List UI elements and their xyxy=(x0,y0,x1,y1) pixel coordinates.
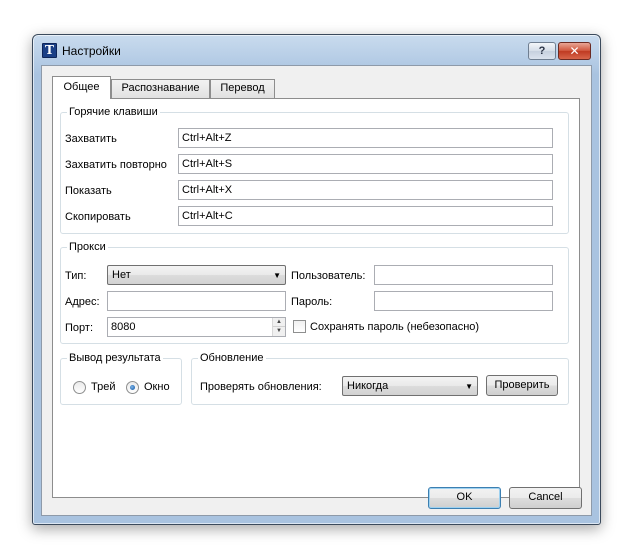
proxy-password-field[interactable] xyxy=(374,291,553,311)
hotkeys-group: Горячие клавиши Захватить Ctrl+Alt+Z Зах… xyxy=(60,105,569,234)
tab-recognition[interactable]: Распознавание xyxy=(111,79,210,98)
spin-up-icon[interactable]: ▲ xyxy=(273,318,285,327)
proxy-port-label: Порт: xyxy=(65,322,93,334)
check-now-button[interactable]: Проверить xyxy=(486,375,558,396)
tray-radio-label: Трей xyxy=(91,381,116,393)
help-button[interactable]: ? xyxy=(528,42,556,60)
proxy-port-spinbox[interactable]: 8080 ▲ ▼ xyxy=(107,317,286,337)
tray-radio[interactable] xyxy=(73,381,86,394)
tab-translation[interactable]: Перевод xyxy=(210,79,275,98)
title-bar[interactable]: T Настройки ? ✕ xyxy=(33,35,600,65)
proxy-type-value: Нет xyxy=(112,269,131,281)
show-label: Показать xyxy=(65,185,112,197)
recapture-hotkey-field[interactable]: Ctrl+Alt+S xyxy=(178,154,553,174)
check-updates-label: Проверять обновления: xyxy=(200,381,322,393)
proxy-group: Прокси Тип: Нет ▼ Пользователь: Адрес: П… xyxy=(60,240,569,344)
window-radio-label: Окно xyxy=(144,381,170,393)
proxy-address-field[interactable] xyxy=(107,291,286,311)
save-password-label: Сохранять пароль (небезопасно) xyxy=(310,321,480,333)
update-group-title: Обновление xyxy=(198,351,266,365)
chevron-down-icon: ▼ xyxy=(465,382,473,391)
chevron-down-icon: ▼ xyxy=(273,271,281,280)
port-spin-buttons: ▲ ▼ xyxy=(272,318,285,336)
proxy-user-label: Пользователь: xyxy=(291,270,366,282)
proxy-address-label: Адрес: xyxy=(65,296,100,308)
capture-hotkey-field[interactable]: Ctrl+Alt+Z xyxy=(178,128,553,148)
update-frequency-select[interactable]: Никогда ▼ xyxy=(342,376,478,396)
proxy-user-field[interactable] xyxy=(374,265,553,285)
close-button[interactable]: ✕ xyxy=(558,42,591,60)
window-title: Настройки xyxy=(62,44,121,58)
app-logo-icon: T xyxy=(42,43,57,58)
recapture-label: Захватить повторно xyxy=(65,159,167,171)
update-frequency-value: Никогда xyxy=(347,380,389,392)
window-radio[interactable] xyxy=(126,381,139,394)
proxy-group-title: Прокси xyxy=(67,240,108,254)
cancel-button[interactable]: Cancel xyxy=(509,487,582,509)
update-group: Обновление Проверять обновления: Никогда… xyxy=(191,351,569,405)
hotkeys-group-title: Горячие клавиши xyxy=(67,105,160,119)
tab-general[interactable]: Общее xyxy=(52,76,111,99)
proxy-port-value: 8080 xyxy=(111,321,136,333)
output-group: Вывод результата Трей Окно xyxy=(60,351,182,405)
output-group-title: Вывод результата xyxy=(67,351,163,365)
proxy-type-select[interactable]: Нет ▼ xyxy=(107,265,286,285)
show-hotkey-field[interactable]: Ctrl+Alt+X xyxy=(178,180,553,200)
general-tab-panel: Горячие клавиши Захватить Ctrl+Alt+Z Зах… xyxy=(52,98,580,498)
copy-hotkey-field[interactable]: Ctrl+Alt+C xyxy=(178,206,553,226)
save-password-checkbox[interactable] xyxy=(293,320,306,333)
dialog-client-area: Общее Распознавание Перевод Горячие клав… xyxy=(41,65,592,516)
settings-dialog: T Настройки ? ✕ Общее Распознавание Пере… xyxy=(32,34,601,525)
copy-label: Скопировать xyxy=(65,211,131,223)
spin-down-icon[interactable]: ▼ xyxy=(273,327,285,336)
ok-button[interactable]: OK xyxy=(428,487,501,509)
capture-label: Захватить xyxy=(65,133,117,145)
proxy-type-label: Тип: xyxy=(65,270,87,282)
proxy-password-label: Пароль: xyxy=(291,296,333,308)
